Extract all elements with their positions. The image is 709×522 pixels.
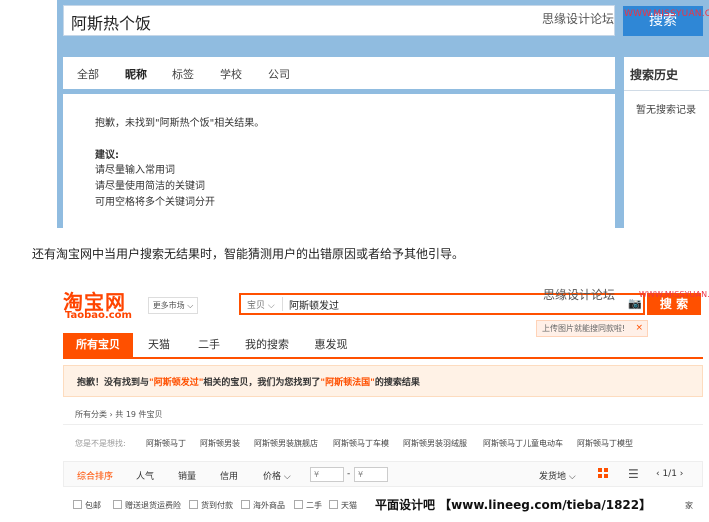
filter-tail-text: 家: [685, 501, 693, 510]
search-query-text: 阿斯热个饭: [71, 14, 152, 33]
category-select[interactable]: 宝贝 ⌵: [247, 298, 275, 311]
search-input[interactable]: 阿斯热个饭: [63, 5, 615, 36]
divider: [282, 297, 283, 311]
divider: [63, 424, 703, 425]
caption-text: 还有淘宝网中当用户搜索无结果时，智能猜测用户的出错原因或者给予其他引导。: [32, 247, 465, 261]
watermark-text: 思缘设计论坛: [543, 288, 616, 302]
suggestion-link[interactable]: 阿斯顿男装旗舰店: [254, 438, 318, 449]
wrong-query: "阿斯顿发过": [149, 378, 204, 388]
filter-checkbox[interactable]: 包邮: [73, 500, 101, 511]
button-watermark: WWW.MISSYUAN.COM: [639, 290, 709, 299]
filter-checkbox[interactable]: 海外商品: [241, 500, 285, 511]
tab-nickname[interactable]: 昵称: [125, 66, 147, 82]
no-result-notice: 抱歉！没有找到与"阿斯顿发过"相关的宝贝，我们为您找到了"阿斯顿法国"的搜索结果: [63, 365, 703, 397]
suggestion-link[interactable]: 阿斯顿马丁儿童电动车: [483, 438, 563, 449]
filter-checkbox[interactable]: 赠送退货运费险: [113, 500, 181, 511]
tab-tag[interactable]: 标签: [172, 66, 194, 82]
guessed-query-link[interactable]: "阿斯顿法国": [320, 378, 374, 388]
search-history-panel: 搜索历史 暂无搜索记录: [624, 57, 709, 228]
sort-credit[interactable]: 信用: [220, 469, 238, 482]
taobao-screenshot: 淘宝网 Taobao.com 更多市场 ⌵ 宝贝 ⌵ 阿斯顿发过 📷 思缘设计论…: [57, 278, 709, 522]
tab-tmall[interactable]: 天猫: [135, 333, 183, 357]
button-watermark: WWW.MISSYUAN.COM: [624, 9, 709, 19]
tab-secondhand[interactable]: 二手: [185, 333, 233, 357]
advice-item: 请尽量输入常用词: [95, 165, 175, 176]
history-empty-text: 暂无搜索记录: [636, 105, 696, 116]
tab-discover[interactable]: 惠发现: [303, 333, 359, 357]
sort-popularity[interactable]: 人气: [136, 469, 154, 482]
breadcrumb[interactable]: 所有分类 › 共 19 件宝贝: [75, 409, 163, 420]
ship-from-dropdown[interactable]: 发货地 ⌵: [539, 469, 576, 482]
result-tabs: 全部 昵称 标签 学校 公司: [63, 57, 615, 89]
suggestion-link[interactable]: 阿斯顿马丁: [146, 438, 186, 449]
filter-checkbox[interactable]: 货到付款: [189, 500, 233, 511]
watermark-text: 思缘设计论坛: [542, 12, 615, 26]
history-title: 搜索历史: [630, 68, 679, 82]
suggestion-link[interactable]: 阿斯顿马丁模型: [577, 438, 633, 449]
tab-my-search[interactable]: 我的搜索: [235, 333, 299, 357]
tab-all-items[interactable]: 所有宝贝: [63, 333, 133, 357]
mini-pager[interactable]: ‹ 1/1 ›: [656, 469, 683, 479]
suggestion-link[interactable]: 阿斯顿男装: [200, 438, 240, 449]
filter-checkbox[interactable]: 二手: [294, 500, 322, 511]
sort-price[interactable]: 价格 ⌵: [263, 469, 291, 482]
tab-all[interactable]: 全部: [77, 66, 99, 82]
advice-title: 建议:: [95, 150, 119, 161]
advice-item: 可用空格将多个关键词分开: [95, 197, 215, 208]
filter-checkbox[interactable]: 天猫: [329, 500, 357, 511]
sort-bar: 综合排序 人气 销量 信用 价格 ⌵ ¥ - ¥ 发货地 ⌵ ☰ ‹ 1/1 ›: [63, 461, 703, 487]
divider: [624, 90, 709, 91]
notice-text: 抱歉！没有找到与"阿斯顿发过"相关的宝贝，我们为您找到了"阿斯顿法国"的搜索结果: [77, 378, 420, 388]
suggestion-link[interactable]: 阿斯顿男装羽绒服: [403, 438, 467, 449]
price-separator: -: [347, 469, 351, 479]
taobao-logo-subtitle: Taobao.com: [65, 310, 132, 321]
price-min-input[interactable]: ¥: [310, 467, 344, 482]
top-screenshot: 阿斯热个饭 思缘设计论坛 搜索 WWW.MISSYUAN.COM 全部 昵称 标…: [57, 0, 709, 228]
sort-default[interactable]: 综合排序: [77, 469, 113, 482]
suggestion-link[interactable]: 阿斯顿马丁车模: [333, 438, 389, 449]
tab-school[interactable]: 学校: [220, 66, 242, 82]
no-result-panel: 抱歉，未找到"阿斯热个饭"相关结果。 建议: 请尽量输入常用词 请尽量使用简洁的…: [63, 94, 615, 228]
list-view-icon[interactable]: ☰: [628, 467, 639, 481]
suggestion-label: 您是不是想找:: [75, 439, 126, 448]
watermark-text: 平面设计吧 【www.lineeg.com/tieba/1822】: [375, 498, 652, 512]
image-tip-text: 上传图片就能搜同款啦!: [542, 324, 626, 333]
grid-view-icon[interactable]: [598, 468, 609, 479]
search-query-text: 阿斯顿发过: [289, 301, 339, 312]
no-result-message: 抱歉，未找到"阿斯热个饭"相关结果。: [95, 118, 265, 129]
advice-item: 请尽量使用简洁的关键词: [95, 181, 205, 192]
tab-company[interactable]: 公司: [268, 66, 290, 82]
more-market-dropdown[interactable]: 更多市场 ⌵: [148, 297, 198, 314]
price-max-input[interactable]: ¥: [354, 467, 388, 482]
sort-sales[interactable]: 销量: [178, 469, 196, 482]
taobao-nav-tabs: 所有宝贝 天猫 二手 我的搜索 惠发现: [63, 333, 703, 359]
